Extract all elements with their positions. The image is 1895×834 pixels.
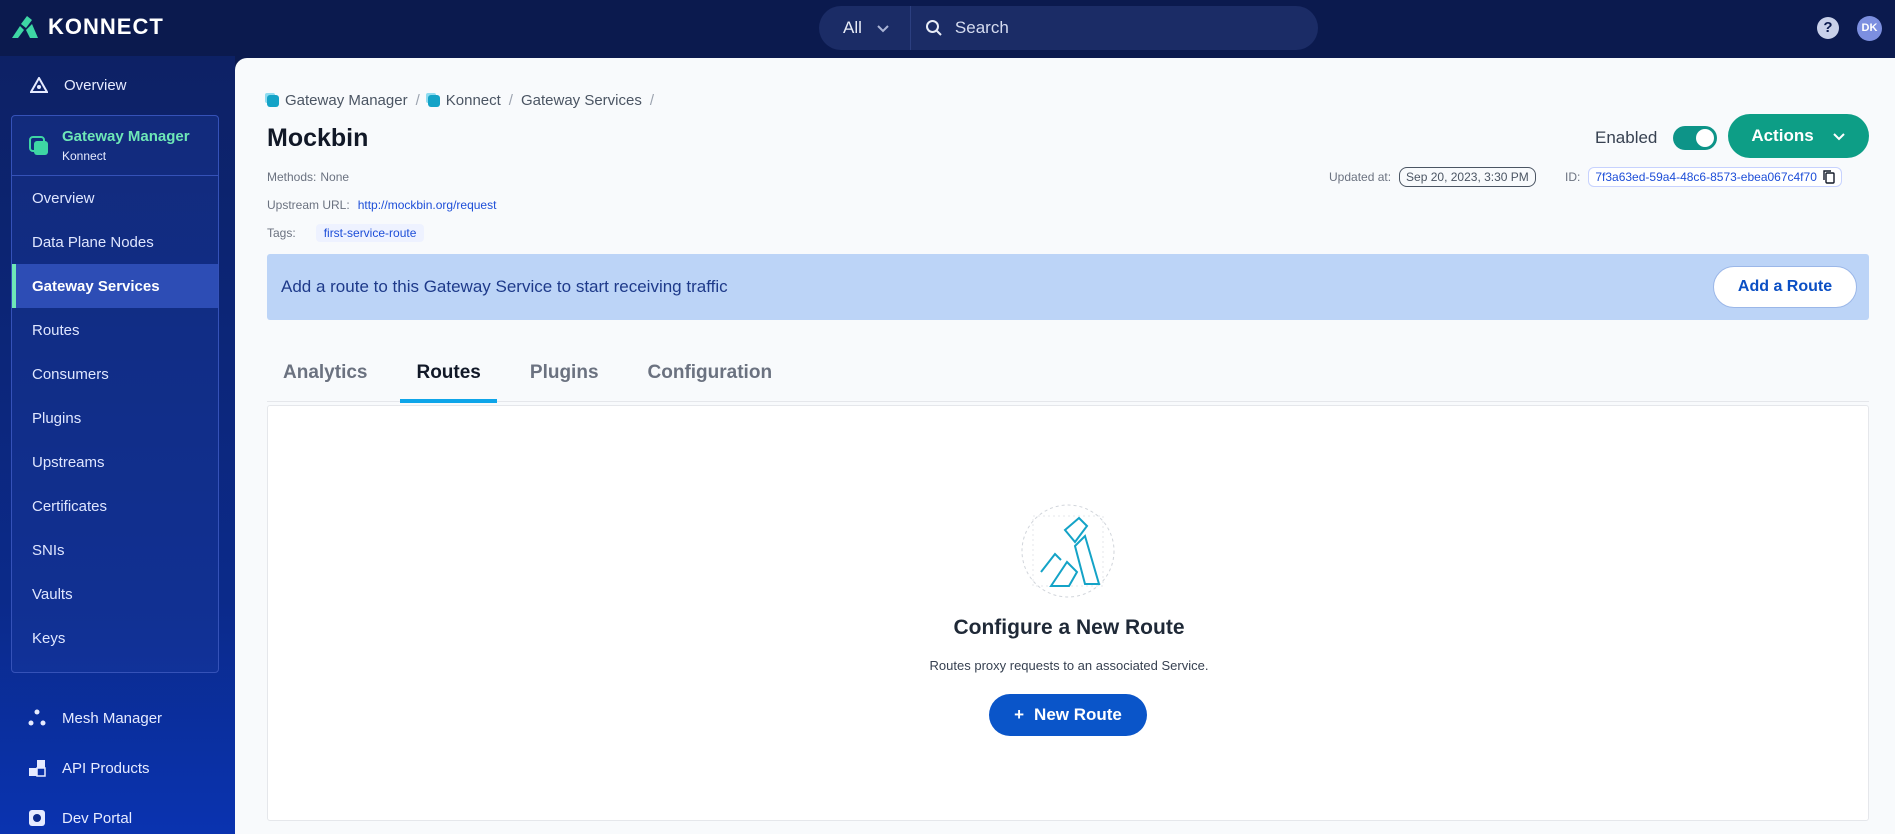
sidebar-item-vaults[interactable]: Vaults — [12, 572, 218, 616]
id-badge[interactable]: 7f3a63ed-59a4-48c6-8573-ebea067c4f70 — [1588, 167, 1842, 187]
sidebar-item-label: Mesh Manager — [62, 709, 163, 727]
sidebar-item-plugins[interactable]: Plugins — [12, 396, 218, 440]
banner-text: Add a route to this Gateway Service to s… — [281, 277, 728, 296]
breadcrumb-separator: / — [649, 92, 655, 109]
search-input[interactable]: Search — [911, 18, 1009, 38]
tab-configuration[interactable]: Configuration — [632, 344, 789, 402]
gateway-manager-icon — [29, 135, 48, 155]
control-plane-icon — [427, 94, 440, 107]
overview-icon — [30, 77, 48, 93]
gateway-manager-nav: Overview Data Plane Nodes Gateway Servic… — [12, 176, 218, 660]
empty-state-description: Routes proxy requests to an associated S… — [929, 658, 1209, 673]
gateway-manager-subtitle: Konnect — [62, 149, 107, 163]
updated-label: Updated at: — [1329, 170, 1392, 184]
id-value: 7f3a63ed-59a4-48c6-8573-ebea067c4f70 — [1595, 170, 1817, 184]
main-content: Gateway Manager / Konnect / Gateway Serv… — [235, 58, 1895, 834]
sidebar-item-certificates[interactable]: Certificates — [12, 484, 218, 528]
tab-routes[interactable]: Routes — [400, 344, 498, 403]
sidebar-item-mesh-manager[interactable]: Mesh Manager — [0, 698, 235, 738]
tab-bar: Analytics Routes Plugins Configuration — [267, 344, 1869, 403]
top-bar: KONNECT All Search ? DK — [0, 0, 1895, 56]
search-scope-label: All — [843, 18, 862, 37]
sidebar-item-label: Overview — [64, 76, 127, 94]
breadcrumb-separator: / — [508, 92, 513, 109]
routes-panel: Configure a New Route Routes proxy reque… — [267, 405, 1869, 821]
sidebar-item-consumers[interactable]: Consumers — [12, 352, 218, 396]
user-avatar[interactable]: DK — [1857, 16, 1882, 41]
add-route-button[interactable]: Add a Route — [1713, 266, 1857, 308]
search-placeholder: Search — [954, 18, 1009, 37]
enabled-toggle-group: Enabled — [1595, 126, 1718, 150]
methods-row: Methods: None — [267, 170, 349, 184]
chevron-down-icon — [1832, 133, 1845, 141]
breadcrumb: Gateway Manager / Konnect / Gateway Serv… — [267, 92, 656, 109]
methods-label: Methods: — [267, 170, 317, 184]
mesh-manager-icon — [28, 709, 46, 726]
sidebar-item-gateway-services[interactable]: Gateway Services — [12, 264, 218, 308]
gateway-manager-title: Gateway Manager — [62, 128, 190, 145]
id-row: ID: 7f3a63ed-59a4-48c6-8573-ebea067c4f70 — [1565, 167, 1842, 187]
tab-plugins[interactable]: Plugins — [514, 344, 615, 402]
sidebar-item-snis[interactable]: SNIs — [12, 528, 218, 572]
breadcrumb-konnect[interactable]: Konnect — [446, 92, 501, 109]
sidebar-item-keys[interactable]: Keys — [12, 616, 218, 660]
kong-logo-icon — [12, 16, 38, 38]
dev-portal-icon — [29, 810, 45, 826]
search-scope-select[interactable]: All — [819, 6, 911, 50]
api-products-icon — [29, 760, 46, 777]
sidebar-item-overview[interactable]: Overview — [0, 66, 235, 104]
upstream-url-link[interactable]: http://mockbin.org/request — [358, 198, 497, 212]
breadcrumb-gateway-services[interactable]: Gateway Services — [521, 92, 642, 109]
gateway-manager-icon — [267, 94, 279, 107]
new-route-button[interactable]: + New Route — [989, 694, 1147, 736]
global-search[interactable]: All Search — [819, 6, 1318, 50]
brand-name: KONNECT — [48, 14, 164, 39]
tags-row: Tags: first-service-route — [267, 224, 425, 242]
tab-analytics[interactable]: Analytics — [267, 344, 383, 402]
actions-label: Actions — [1751, 126, 1814, 145]
sidebar-item-dev-portal[interactable]: Dev Portal — [0, 798, 235, 834]
sidebar-item-gm-overview[interactable]: Overview — [12, 176, 218, 220]
breadcrumb-gateway-manager[interactable]: Gateway Manager — [285, 92, 408, 109]
methods-value: None — [320, 170, 350, 184]
add-route-banner: Add a route to this Gateway Service to s… — [267, 254, 1869, 320]
tag-badge: first-service-route — [315, 224, 425, 242]
tags-label: Tags: — [267, 226, 296, 240]
search-icon — [925, 20, 942, 36]
routes-empty-illustration-icon — [1021, 504, 1115, 598]
chevron-down-icon — [877, 25, 889, 33]
upstream-row: Upstream URL: http://mockbin.org/request — [267, 198, 496, 212]
plus-icon: + — [1014, 705, 1025, 724]
help-icon[interactable]: ? — [1817, 17, 1839, 39]
gateway-manager-header[interactable]: Gateway Manager Konnect — [12, 116, 218, 176]
empty-state-title: Configure a New Route — [953, 616, 1185, 639]
sidebar-item-api-products[interactable]: API Products — [0, 748, 235, 788]
sidebar-item-upstreams[interactable]: Upstreams — [12, 440, 218, 484]
sidebar-item-routes[interactable]: Routes — [12, 308, 218, 352]
gateway-manager-section: Gateway Manager Konnect Overview Data Pl… — [11, 115, 219, 673]
enabled-label: Enabled — [1595, 128, 1658, 147]
new-route-label: New Route — [1034, 705, 1122, 724]
konnect-logo[interactable]: KONNECT — [10, 14, 164, 40]
sidebar: Overview Gateway Manager Konnect Overvie… — [0, 56, 235, 834]
upstream-label: Upstream URL: — [267, 198, 350, 212]
sidebar-item-label: API Products — [62, 759, 150, 777]
sidebar-item-data-plane-nodes[interactable]: Data Plane Nodes — [12, 220, 218, 264]
id-label: ID: — [1565, 170, 1581, 184]
updated-at-badge: Sep 20, 2023, 3:30 PM — [1399, 167, 1536, 187]
copy-icon[interactable] — [1823, 170, 1835, 184]
breadcrumb-separator: / — [415, 92, 420, 109]
sidebar-item-label: Dev Portal — [62, 809, 133, 827]
updated-at-row: Updated at: Sep 20, 2023, 3:30 PM — [1329, 167, 1536, 187]
actions-button[interactable]: Actions — [1728, 114, 1869, 158]
page-title: Mockbin — [267, 124, 369, 152]
enabled-toggle[interactable] — [1673, 126, 1718, 150]
